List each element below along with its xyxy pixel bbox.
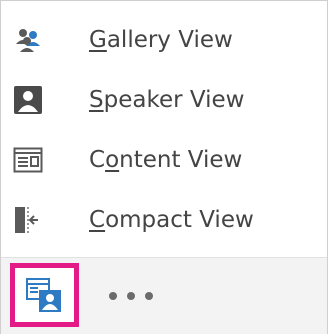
menu-item-compact-view[interactable]: Compact View [1, 191, 327, 251]
menu-item-label: Speaker View [89, 87, 245, 113]
meeting-view-icon [26, 278, 61, 312]
menu-item-label: Gallery View [89, 27, 233, 53]
menu-item-speaker-view[interactable]: Speaker View [1, 71, 327, 131]
gallery-view-icon [13, 25, 43, 55]
view-switcher-button[interactable] [10, 263, 79, 327]
menu-item-label: Content View [89, 147, 243, 173]
speaker-view-icon [13, 85, 43, 115]
menu-item-gallery-view[interactable]: Gallery View [1, 11, 327, 71]
menu-item-content-view[interactable]: Content View [1, 131, 327, 191]
view-menu: Gallery View Speaker View Content View C… [0, 0, 328, 334]
content-view-icon [13, 145, 43, 175]
compact-view-icon [13, 205, 43, 235]
more-options-button[interactable] [107, 280, 167, 310]
menu-item-label: Compact View [89, 207, 254, 233]
bottom-toolbar [1, 257, 327, 334]
